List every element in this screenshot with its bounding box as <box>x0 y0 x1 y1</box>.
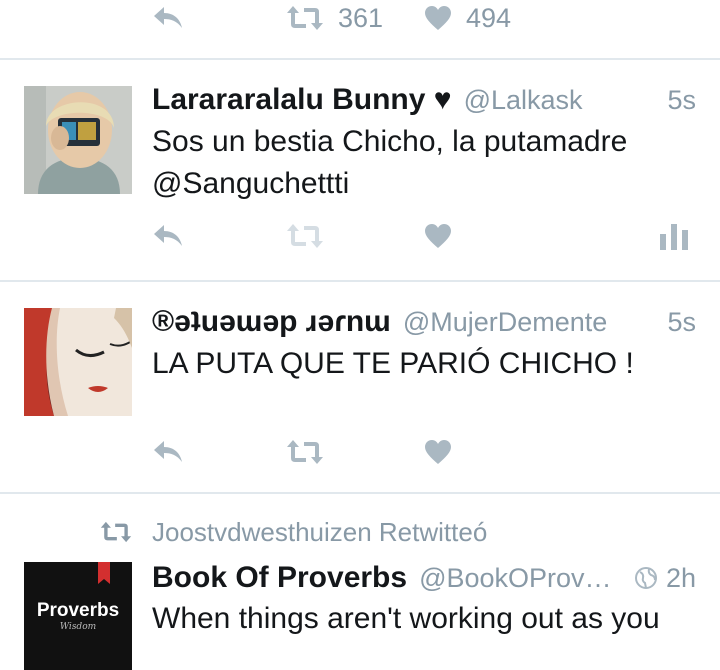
timestamp[interactable]: 2h <box>634 563 696 594</box>
avatar[interactable] <box>24 308 132 416</box>
retweet-button[interactable] <box>286 218 324 254</box>
tweet-actions <box>152 218 690 254</box>
timestamp-label: 2h <box>665 562 696 593</box>
retweet-icon <box>287 6 323 30</box>
analytics-icon <box>660 224 688 250</box>
tweet-header: ®ǝʇuǝɯǝp ɹǝɾnɯ @MujerDemente 5s <box>152 302 696 342</box>
heart-icon <box>425 6 451 30</box>
avatar[interactable] <box>24 86 132 194</box>
heart-icon <box>425 440 451 464</box>
top-tweet-actions: 361 494 <box>152 0 690 36</box>
like-button[interactable] <box>424 218 452 254</box>
reply-button[interactable] <box>152 218 184 254</box>
retweet-button[interactable] <box>286 434 324 470</box>
tweet[interactable]: Proverbs Wisdom Book Of Proverbs @BookOP… <box>0 494 720 670</box>
retweet-icon <box>287 440 323 464</box>
retweet-button[interactable]: 361 <box>286 0 383 36</box>
username[interactable]: @MujerDemente <box>403 307 658 338</box>
tweet-actions <box>152 434 690 470</box>
username[interactable]: @BookOProver... <box>419 563 624 594</box>
tweet-header: Larararalalu Bunny ♥ @Lalkask 5s <box>152 80 696 120</box>
reply-button[interactable] <box>152 434 184 470</box>
retweet-icon <box>287 224 323 248</box>
display-name[interactable]: Larararalalu Bunny ♥ <box>152 83 452 117</box>
timestamp[interactable]: 5s <box>667 307 696 338</box>
reply-icon <box>154 7 182 28</box>
tweet-header: Book Of Proverbs @BookOProver... 2h <box>152 558 696 598</box>
avatar[interactable]: Proverbs Wisdom <box>24 562 132 670</box>
retweet-count: 361 <box>338 2 384 33</box>
tweet-text: Sos un bestia Chicho, la putamadre @Sang… <box>152 125 628 200</box>
tweet[interactable]: ®ǝʇuǝɯǝp ɹǝɾnɯ @MujerDemente 5s LA PUTA … <box>0 282 720 492</box>
analytics-button[interactable] <box>660 218 688 254</box>
username[interactable]: @Lalkask <box>464 85 658 116</box>
tweet[interactable]: Larararalalu Bunny ♥ @Lalkask 5s Sos un … <box>0 60 720 280</box>
avatar-title: Proverbs <box>36 600 120 621</box>
reply-icon <box>154 441 182 462</box>
timestamp[interactable]: 5s <box>667 85 696 116</box>
globe-icon <box>634 567 657 589</box>
like-button[interactable]: 494 <box>424 0 511 36</box>
like-count: 494 <box>466 2 512 33</box>
heart-icon <box>425 224 451 248</box>
like-button[interactable] <box>424 434 452 470</box>
tweet-text: LA PUTA QUE TE PARIÓ CHICHO ! <box>152 347 634 380</box>
avatar-subtitle: Wisdom <box>59 622 97 632</box>
reply-button[interactable] <box>152 0 184 36</box>
display-name[interactable]: Book Of Proverbs <box>152 561 407 595</box>
tweet-text: When things aren't working out as you <box>152 602 660 635</box>
display-name[interactable]: ®ǝʇuǝɯǝp ɹǝɾnɯ <box>152 305 391 339</box>
reply-icon <box>154 225 182 246</box>
